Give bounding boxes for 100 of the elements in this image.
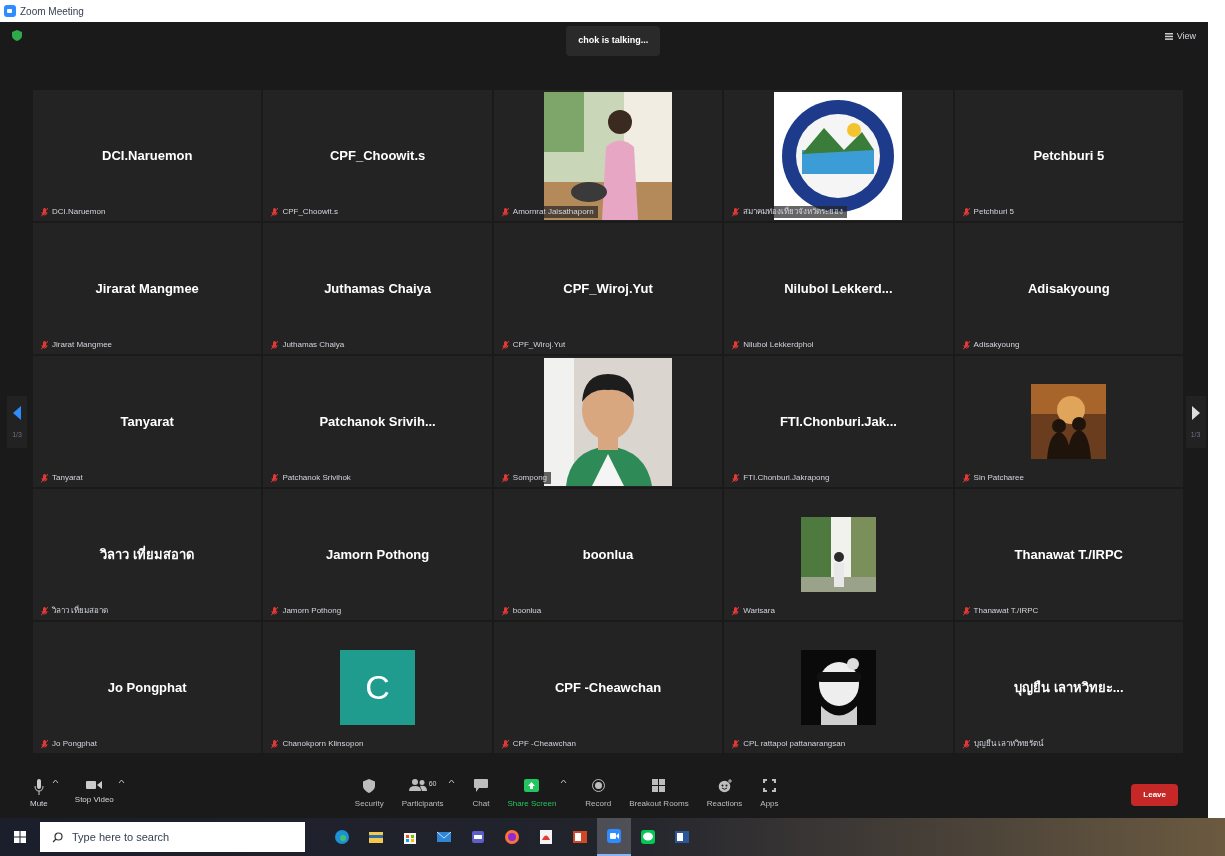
participant-name: boonlua: [582, 546, 634, 565]
participant-name: Jirarat Mangmee: [95, 280, 199, 299]
avatar: C: [340, 650, 416, 726]
participant-name: FTI.Chonburi.Jak...: [779, 413, 897, 432]
muted-mic-icon: [732, 473, 740, 483]
participant-name: Tanyarat: [120, 413, 174, 432]
speaker-banner: chok is talking...: [566, 26, 661, 56]
share-screen-icon: [524, 779, 540, 793]
muted-mic-icon: [962, 207, 970, 217]
view-button[interactable]: View: [1164, 30, 1196, 44]
participant-name: วิลาว เที่ยมสอาด: [100, 545, 194, 565]
video-camera-icon: [606, 828, 622, 844]
search-field[interactable]: Type here to search: [40, 822, 305, 852]
smiley-icon: [717, 779, 732, 794]
participant-name: Juthamas Chaiya: [324, 280, 432, 299]
chat-bubble-icon: [640, 829, 656, 845]
muted-mic-icon: [501, 340, 509, 350]
participant-name: Patchanok Srivih...: [319, 413, 436, 432]
muted-mic-icon: [41, 207, 48, 217]
participant-name: Adisakyoung: [1027, 280, 1110, 299]
caret-icon[interactable]: [117, 779, 125, 785]
mail-icon: [436, 829, 452, 845]
muted-mic-icon: [41, 606, 48, 616]
muted-mic-icon: [962, 473, 970, 483]
zoom-logo-icon: [4, 5, 16, 17]
leave-button[interactable]: Leave: [1131, 783, 1178, 806]
name-label: Chanokporn Klinsopon: [282, 738, 364, 751]
toolbar-button[interactable]: Security: [354, 779, 384, 811]
muted-mic-icon: [501, 739, 509, 749]
muted-mic-icon: [41, 739, 48, 749]
name-label: วิลาว เที่ยมสอาด: [52, 605, 109, 618]
shield-icon: [12, 30, 22, 41]
name-label: boonlua: [512, 605, 542, 618]
muted-mic-icon: [732, 739, 740, 749]
toolbar-button[interactable]: Record: [585, 779, 612, 811]
toolbar-button[interactable]: Share Screen: [507, 779, 557, 811]
muted-mic-icon: [962, 606, 970, 616]
toolbar-button[interactable]: Mute: [30, 779, 48, 811]
record-icon: [591, 779, 605, 793]
muted-mic-icon: [271, 473, 279, 483]
name-label: Warisara: [743, 605, 775, 618]
name-label: Sompong: [512, 472, 548, 485]
participant-name: Jo Pongphat: [107, 679, 187, 698]
muted-mic-icon: [732, 340, 740, 350]
muted-mic-icon: [732, 207, 740, 217]
name-label: Petchburi 5: [973, 206, 1015, 219]
muted-mic-icon: [41, 340, 48, 350]
caret-icon[interactable]: [560, 779, 568, 785]
name-label: CPF_Choowit.s: [282, 206, 338, 219]
toolbar-button[interactable]: Breakout Rooms: [629, 779, 689, 811]
name-label: บุญยืน เลาหวิทยรัตน์: [973, 738, 1043, 751]
name-label: Jo Pongphat: [52, 738, 97, 751]
muted-mic-icon: [962, 739, 970, 749]
muted-mic-icon: [271, 606, 279, 616]
name-label: CPF_Wiroj.Yut: [512, 339, 566, 352]
name-label: Thanawat T./IRPC: [973, 605, 1039, 618]
window-title: Zoom Meeting: [20, 4, 84, 19]
participant-name: CPF_Wiroj.Yut: [563, 280, 653, 299]
name-label: Nilubol Lekkerdphol: [743, 339, 814, 352]
list-icon: [1164, 33, 1173, 41]
name-label: FTI.Chonburi.Jakrapong: [743, 472, 830, 485]
name-label: Sin Patcharee: [973, 472, 1024, 485]
participant-name: Thanawat T./IRPC: [1014, 546, 1123, 565]
toolbar-button[interactable]: Stop Video: [74, 779, 114, 807]
muted-mic-icon: [271, 739, 279, 749]
microphone-icon: [33, 779, 44, 796]
muted-mic-icon: [41, 473, 48, 483]
name-label: Juthamas Chaiya: [282, 339, 345, 352]
name-label: Jamorn Pothong: [282, 605, 342, 618]
chat-bubble-icon: [473, 779, 488, 793]
caret-icon[interactable]: [51, 779, 59, 785]
people-icon: [408, 779, 427, 792]
name-label: Jirarat Mangmee: [52, 339, 113, 352]
toolbar-button[interactable]: Reactions: [706, 779, 743, 811]
name-label: DCI.Naruemon: [52, 206, 106, 219]
participant-name: Jamorn Pothong: [325, 546, 430, 565]
muted-mic-icon: [271, 340, 279, 350]
participant-name: CPF_Choowit.s: [329, 147, 426, 166]
name-label: Adisakyoung: [973, 339, 1020, 352]
grid-icon: [652, 779, 666, 793]
muted-mic-icon: [501, 473, 509, 483]
name-label: Patchanok Srivihok: [282, 472, 351, 485]
caret-icon[interactable]: [447, 779, 455, 785]
participant-name: DCI.Naruemon: [102, 147, 193, 166]
apps-icon: [762, 779, 776, 793]
muted-mic-icon: [501, 606, 509, 616]
muted-mic-icon: [271, 207, 279, 217]
name-label: CPF -Cheawchan: [512, 738, 576, 751]
toolbar-button[interactable]: Chat: [472, 779, 490, 811]
participant-name: Nilubol Lekkerd...: [784, 280, 893, 299]
participant-name: บุญยืน เลาหวิทยะ...: [1014, 679, 1124, 698]
toolbar-button[interactable]: Apps: [760, 779, 779, 811]
name-label: Amornrat Jaisathaporn: [512, 206, 594, 219]
search-icon: [52, 832, 63, 843]
participant-name: Petchburi 5: [1033, 147, 1105, 166]
windows-start-icon[interactable]: [14, 831, 26, 843]
name-label: CPL rattapol pattanarangsan: [743, 738, 846, 751]
taskbar-app-button[interactable]: [597, 818, 631, 856]
muted-mic-icon: [732, 606, 740, 616]
muted-mic-icon: [501, 207, 509, 217]
